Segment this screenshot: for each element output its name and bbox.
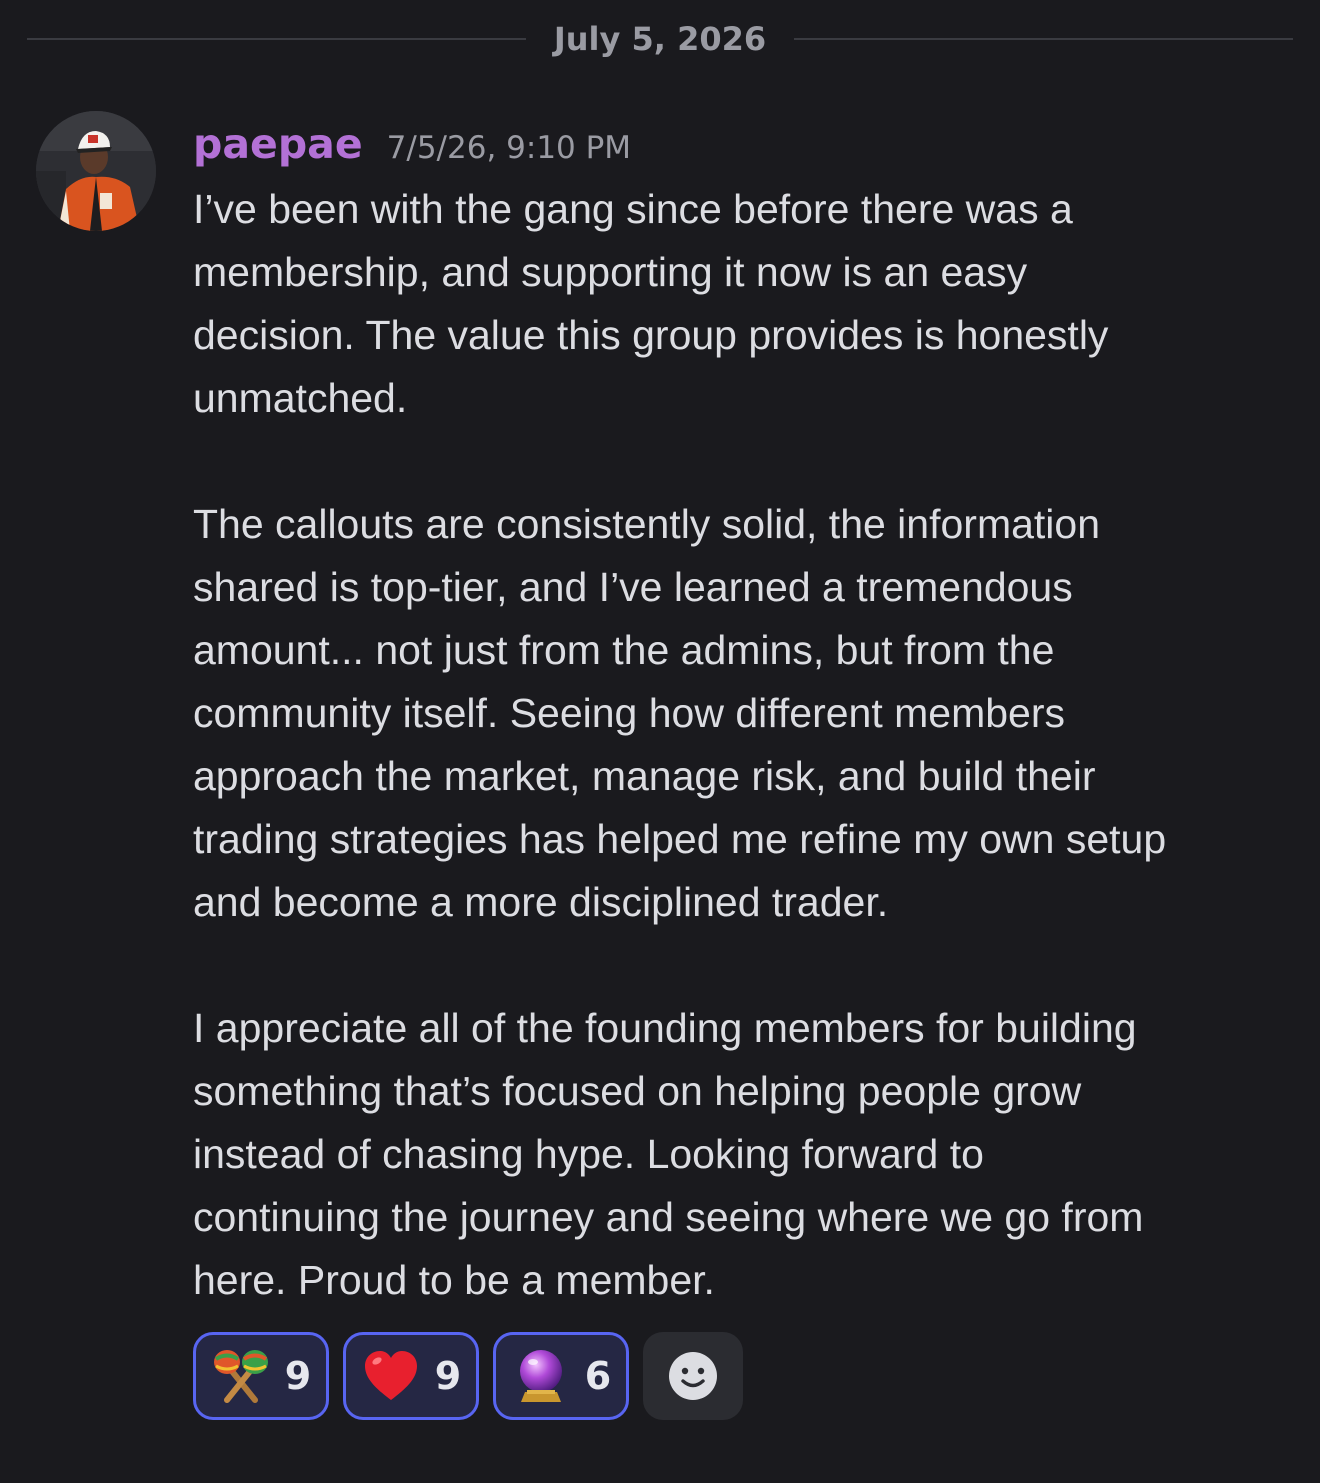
message-line: approach the market, manage risk, and bu… <box>193 753 1096 799</box>
message-line: I appreciate all of the founding members… <box>193 1005 1137 1051</box>
message-line: community itself. Seeing how different m… <box>193 690 1066 736</box>
message-line: decision. The value this group provides … <box>193 312 1109 358</box>
message-line: continuing the journey and seeing where … <box>193 1194 1144 1240</box>
message-line: The callouts are consistently solid, the… <box>193 501 1101 547</box>
avatar-image <box>36 111 156 231</box>
crystal-ball-emoji <box>519 1350 562 1402</box>
divider-line-right <box>794 38 1293 40</box>
divider-line-left <box>27 38 526 40</box>
message-timestamp: 7/5/26, 9:10 PM <box>386 130 632 166</box>
add-reaction-button[interactable] <box>643 1332 743 1420</box>
message-line: amount... not just from the admins, but … <box>193 627 1055 673</box>
message-line: trading strategies has helped me refine … <box>193 816 1167 862</box>
smiley-face-icon <box>669 1352 717 1400</box>
divider-date: July 5, 2026 <box>553 20 767 58</box>
maracas-emoji <box>213 1350 268 1403</box>
reaction-count: 9 <box>434 1354 462 1398</box>
message-line: something that’s focused on helping peop… <box>193 1068 1082 1114</box>
message-content: I’ve been with the gang since before the… <box>193 178 1303 1312</box>
reaction-maracas[interactable]: 9 <box>193 1332 329 1420</box>
message-line: here. Proud to be a member. <box>193 1257 715 1303</box>
red-heart-emoji <box>364 1351 417 1400</box>
reaction-heart[interactable]: 9 <box>343 1332 479 1420</box>
date-divider: July 5, 2026 <box>27 18 1293 60</box>
message-line: instead of chasing hype. Looking forward… <box>193 1131 984 1177</box>
message-line: and become a more disciplined trader. <box>193 879 889 925</box>
message-header: paepae 7/5/26, 9:10 PM <box>193 120 631 174</box>
chat-screen: July 5, 2026 paepae 7/5/26, 9:10 PM I’ve… <box>0 0 1320 1483</box>
username[interactable]: paepae <box>193 120 363 168</box>
reaction-count: 6 <box>584 1354 612 1398</box>
message-line: shared is top-tier, and I’ve learned a t… <box>193 564 1073 610</box>
reaction-count: 9 <box>284 1354 312 1398</box>
avatar[interactable] <box>36 111 156 231</box>
message-line: unmatched. <box>193 375 408 421</box>
reactions-bar: 9 9 6 <box>193 1332 743 1420</box>
message-line: I’ve been with the gang since before the… <box>193 186 1073 232</box>
message-line: membership, and supporting it now is an … <box>193 249 1028 295</box>
reaction-crystal-ball[interactable]: 6 <box>493 1332 629 1420</box>
